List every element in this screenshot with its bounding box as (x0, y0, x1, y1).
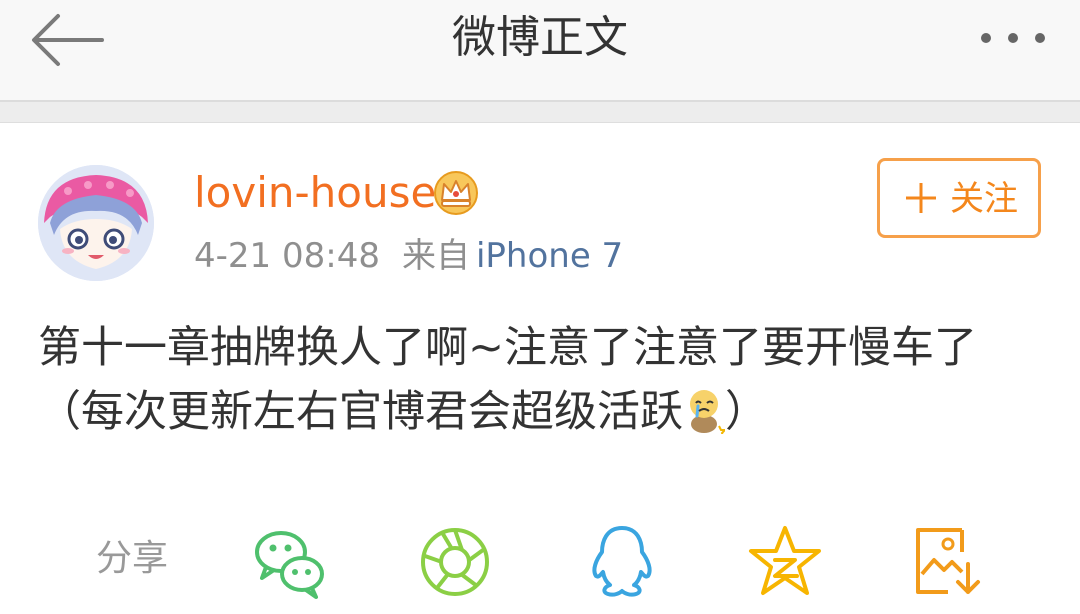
crown-icon (434, 171, 478, 215)
avatar[interactable] (38, 165, 154, 281)
post-meta: 4-21 08:48 来自 iPhone 7 (194, 232, 623, 280)
avatar-illustration (38, 165, 154, 281)
more-dots-icon (981, 33, 1045, 43)
section-divider (0, 102, 1080, 123)
plus-icon (906, 183, 936, 213)
qq-icon[interactable] (582, 522, 662, 602)
page-title: 微博正文 (452, 12, 628, 63)
share-label: 分享 (96, 538, 169, 579)
save-image-icon[interactable] (906, 522, 986, 602)
moments-icon[interactable] (415, 522, 495, 602)
post-time: 4-21 08:48 (194, 236, 380, 276)
wechat-icon[interactable] (250, 522, 330, 602)
post-text: 第十一章抽牌换人了啊~注意了注意了要开慢车了（每次更新左右官博君会超级活跃 ） (38, 316, 1048, 444)
cry-emoji-icon (690, 390, 725, 434)
source-label: 来自 (401, 236, 470, 276)
qzone-icon[interactable] (745, 522, 825, 602)
post-text-main: 第十一章抽牌换人了啊~注意了注意了要开慢车了（每次更新左右官博君会超级活跃 (38, 323, 978, 437)
post-text-end: ） (725, 387, 768, 437)
follow-label: 关注 (950, 179, 1018, 219)
top-bar: 微博正文 (0, 0, 1080, 102)
more-button[interactable] (970, 18, 1060, 58)
device-link[interactable]: iPhone 7 (476, 236, 623, 276)
follow-button[interactable]: 关注 (877, 158, 1041, 238)
username[interactable]: lovin-house (194, 165, 436, 221)
